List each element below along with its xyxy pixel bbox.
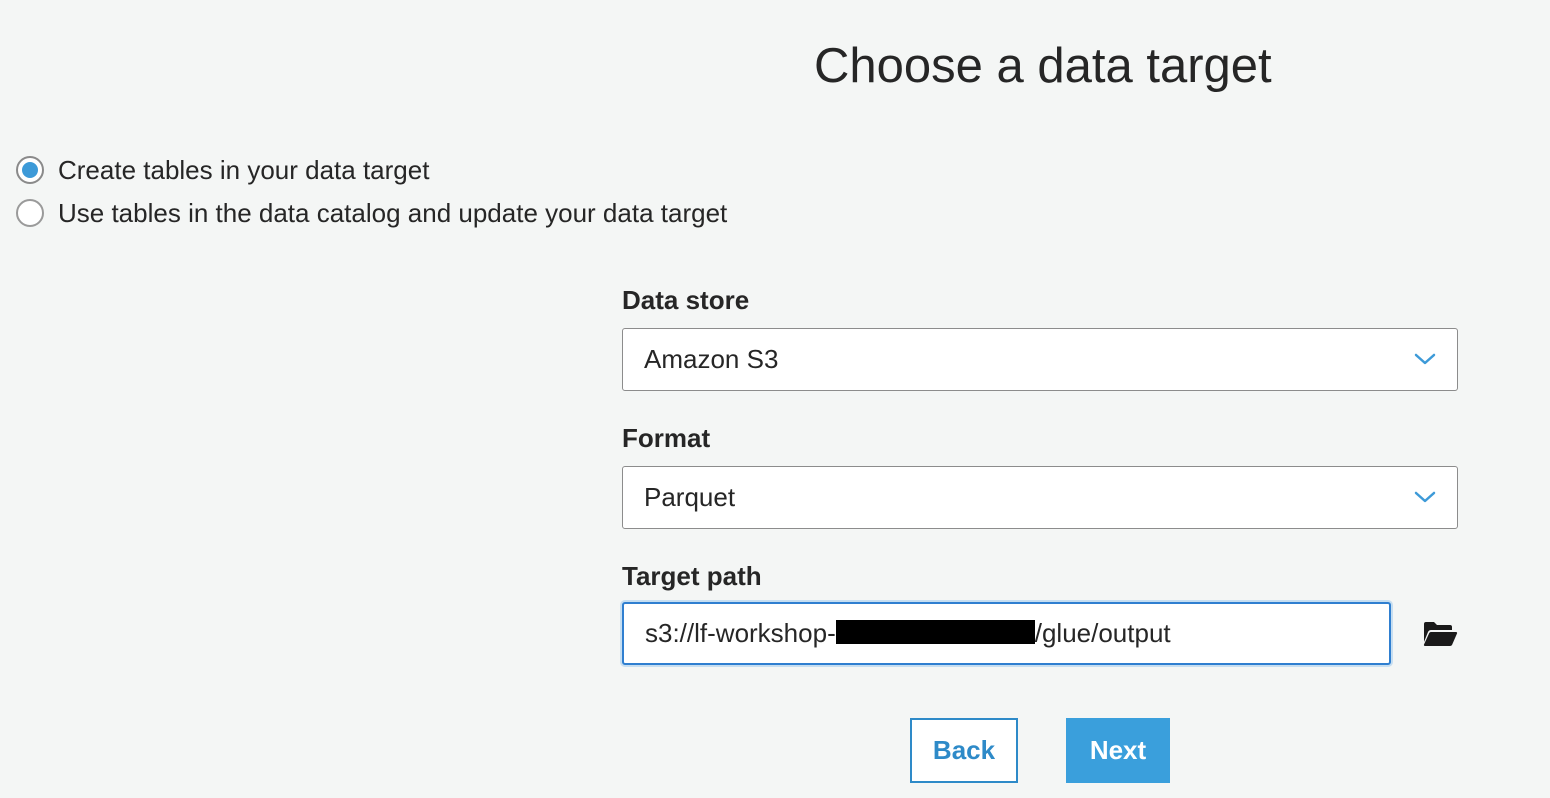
chevron-down-icon [1414, 491, 1436, 503]
data-store-select[interactable]: Amazon S3 [622, 328, 1458, 391]
radio-option-create-tables[interactable]: Create tables in your data target [16, 153, 429, 187]
radio-button-create-tables[interactable] [16, 156, 44, 184]
back-button[interactable]: Back [910, 718, 1018, 783]
chevron-down-icon [1414, 353, 1436, 365]
radio-label-use-catalog-tables: Use tables in the data catalog and updat… [58, 198, 728, 228]
radio-button-use-catalog-tables[interactable] [16, 199, 44, 227]
target-path-prefix: s3://lf-workshop- [645, 618, 836, 648]
data-store-label: Data store [622, 285, 750, 315]
target-path-input[interactable]: s3://lf-workshop- /glue/output [622, 602, 1391, 665]
format-value: Parquet [644, 482, 736, 512]
target-path-suffix: /glue/output [1034, 618, 1171, 648]
format-select[interactable]: Parquet [622, 466, 1458, 529]
next-button[interactable]: Next [1066, 718, 1170, 783]
radio-label-create-tables: Create tables in your data target [58, 155, 430, 185]
format-label: Format [622, 423, 711, 453]
redaction-block [835, 619, 1035, 644]
folder-open-icon[interactable] [1422, 620, 1458, 648]
radio-option-use-catalog-tables[interactable]: Use tables in the data catalog and updat… [16, 196, 727, 230]
data-store-value: Amazon S3 [644, 344, 779, 374]
target-path-label: Target path [622, 561, 762, 591]
page-title: Choose a data target [814, 39, 1272, 93]
